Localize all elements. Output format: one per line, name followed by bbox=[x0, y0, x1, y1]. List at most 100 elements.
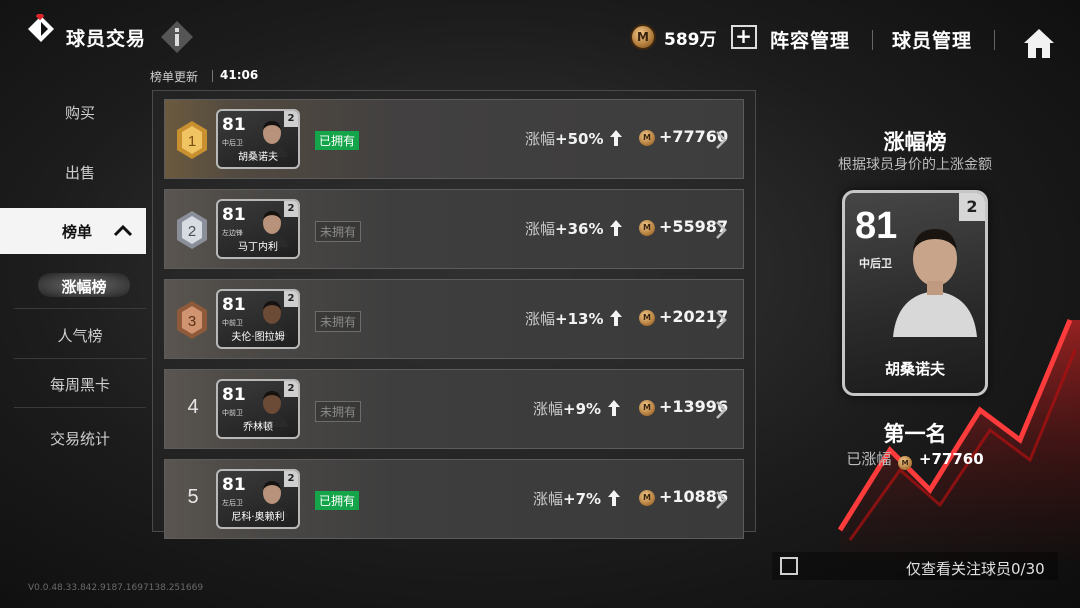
coin-icon: M bbox=[639, 220, 655, 236]
update-divider bbox=[212, 70, 213, 82]
player-rating: 81 bbox=[222, 295, 246, 315]
coin-balance: M 589万 + bbox=[630, 24, 757, 50]
arrow-up-icon bbox=[607, 490, 620, 506]
nav-divider bbox=[872, 30, 873, 50]
version-text: V0.0.48.33.842.9187.1697138.251669 bbox=[28, 583, 204, 593]
featured-player-name: 胡桑诺夫 bbox=[884, 360, 945, 378]
chevron-right-icon[interactable] bbox=[715, 490, 727, 510]
player-position: 左后卫 bbox=[222, 499, 243, 507]
home-icon[interactable] bbox=[1022, 26, 1056, 60]
app-logo-icon bbox=[28, 14, 54, 42]
rise-label: 涨幅 bbox=[525, 220, 556, 238]
coin-icon: M bbox=[898, 456, 913, 470]
sidebar-divider bbox=[14, 358, 146, 359]
rank-medal-icon: 1 bbox=[177, 121, 207, 159]
add-coins-button[interactable]: + bbox=[730, 25, 757, 49]
page-title: 球员交易 bbox=[66, 28, 147, 50]
rank-medal-icon: 3 bbox=[177, 301, 207, 339]
arrow-up-icon bbox=[610, 220, 623, 236]
rise-value: +13% bbox=[555, 310, 604, 328]
coin-amount: 589万 bbox=[664, 29, 717, 50]
player-card[interactable]: 81 中前卫 2 乔林顿 bbox=[216, 379, 300, 439]
rise-label: 涨幅 bbox=[525, 310, 556, 328]
rise-label: 涨幅 bbox=[525, 130, 556, 148]
player-rating: 81 bbox=[222, 205, 246, 225]
rise-value: +50% bbox=[555, 130, 604, 148]
player-rating: 81 bbox=[222, 115, 246, 135]
player-position: 中后卫 bbox=[222, 139, 243, 147]
rank-number: 5 bbox=[187, 486, 199, 508]
nav-player-management[interactable]: 球员管理 bbox=[892, 26, 972, 53]
coin-icon: M bbox=[639, 130, 655, 146]
rise-label: 涨幅 bbox=[533, 490, 564, 508]
rise-percent: 涨幅+36% bbox=[525, 218, 623, 239]
nav-divider bbox=[994, 30, 995, 50]
sidebar-subitem-rise[interactable]: 涨幅榜 bbox=[38, 276, 130, 297]
info-icon[interactable] bbox=[160, 20, 194, 54]
leaderboard-row[interactable]: 1 81 中后卫 2 胡桑诺夫 已拥有 涨幅+50% M +77760 bbox=[164, 99, 744, 179]
leaderboard-row[interactable]: 4 81 中前卫 2 乔林顿 未拥有 涨幅+9% M +13996 bbox=[164, 369, 744, 449]
leaderboard-update-label: 榜单更新 bbox=[150, 70, 199, 84]
sidebar-item-rankings-label: 榜单 bbox=[62, 223, 93, 241]
player-card[interactable]: 81 左后卫 2 尼科·奥赖利 bbox=[216, 469, 300, 529]
rise-percent: 涨幅+50% bbox=[525, 128, 623, 149]
sidebar-subitem-popular[interactable]: 人气榜 bbox=[14, 325, 146, 346]
rise-percent: 涨幅+7% bbox=[533, 488, 620, 509]
coin-icon: M bbox=[639, 490, 655, 506]
player-card[interactable]: 81 中后卫 2 胡桑诺夫 bbox=[216, 109, 300, 169]
sidebar-item-sell[interactable]: 出售 bbox=[14, 162, 146, 183]
featured-gain-label: 已涨幅 bbox=[846, 450, 892, 468]
player-card[interactable]: 81 左边锋 2 马丁内利 bbox=[216, 199, 300, 259]
leaderboard-update-time: 41:06 bbox=[220, 68, 259, 82]
rank-number: 4 bbox=[187, 396, 199, 418]
sidebar-item-trade-stats[interactable]: 交易统计 bbox=[14, 428, 146, 449]
rank-medal-icon: 2 bbox=[177, 211, 207, 249]
ownership-tag: 未拥有 bbox=[315, 401, 362, 422]
leaderboard-row[interactable]: 3 81 中前卫 2 夫伦·图拉姆 未拥有 涨幅+13% M +20217 bbox=[164, 279, 744, 359]
rank-number: 1 bbox=[188, 133, 196, 150]
player-rating: 81 bbox=[222, 385, 246, 405]
coin-icon: M bbox=[639, 310, 655, 326]
player-rating: 81 bbox=[222, 475, 246, 495]
player-position: 中前卫 bbox=[222, 409, 243, 417]
player-position: 中前卫 bbox=[222, 319, 243, 327]
ownership-tag: 已拥有 bbox=[315, 491, 360, 510]
rank-number: 3 bbox=[188, 313, 196, 330]
detail-subtitle: 根据球员身价的上涨金额 bbox=[838, 157, 992, 173]
rise-label: 涨幅 bbox=[533, 400, 564, 418]
rise-value: +9% bbox=[563, 400, 602, 418]
player-name: 夫伦·图拉姆 bbox=[231, 332, 285, 343]
nav-lineup-management[interactable]: 阵容管理 bbox=[770, 26, 850, 53]
sidebar-item-buy[interactable]: 购买 bbox=[14, 102, 146, 123]
player-portrait-icon bbox=[893, 229, 977, 337]
featured-player-card[interactable]: 81 中后卫 2 胡桑诺夫 bbox=[842, 190, 988, 396]
player-name: 尼科·奥赖利 bbox=[231, 512, 285, 523]
sidebar-divider bbox=[14, 308, 146, 309]
chevron-right-icon[interactable] bbox=[715, 310, 727, 330]
player-name: 胡桑诺夫 bbox=[238, 152, 278, 163]
ownership-tag: 未拥有 bbox=[315, 221, 362, 242]
chevron-up-icon[interactable] bbox=[112, 222, 134, 238]
featured-gain-value: +77760 bbox=[918, 450, 984, 468]
leaderboard-row[interactable]: 5 81 左后卫 2 尼科·奥赖利 已拥有 涨幅+7% M +10886 bbox=[164, 459, 744, 539]
chevron-right-icon[interactable] bbox=[715, 400, 727, 420]
follow-filter-checkbox[interactable] bbox=[780, 557, 798, 575]
follow-filter-label: 仅查看关注球员0/30 bbox=[906, 560, 1045, 578]
player-name: 马丁内利 bbox=[238, 242, 278, 253]
arrow-up-icon bbox=[607, 400, 620, 416]
sidebar-subitem-weekly-black-card[interactable]: 每周黑卡 bbox=[14, 374, 146, 395]
rise-percent: 涨幅+13% bbox=[525, 308, 623, 329]
rank-number: 2 bbox=[188, 223, 196, 240]
ownership-tag: 未拥有 bbox=[315, 311, 362, 332]
ownership-tag: 已拥有 bbox=[315, 131, 360, 150]
arrow-up-icon bbox=[610, 130, 623, 146]
coin-icon: M bbox=[639, 400, 655, 416]
detail-title: 涨幅榜 bbox=[883, 130, 947, 154]
player-card[interactable]: 81 中前卫 2 夫伦·图拉姆 bbox=[216, 289, 300, 349]
chevron-right-icon[interactable] bbox=[715, 220, 727, 240]
player-position: 左边锋 bbox=[222, 229, 243, 237]
chevron-right-icon[interactable] bbox=[715, 130, 727, 150]
player-name: 乔林顿 bbox=[243, 422, 273, 433]
featured-gain: 已涨幅 M +77760 bbox=[790, 448, 1040, 470]
leaderboard-row[interactable]: 2 81 左边锋 2 马丁内利 未拥有 涨幅+36% M +55987 bbox=[164, 189, 744, 269]
